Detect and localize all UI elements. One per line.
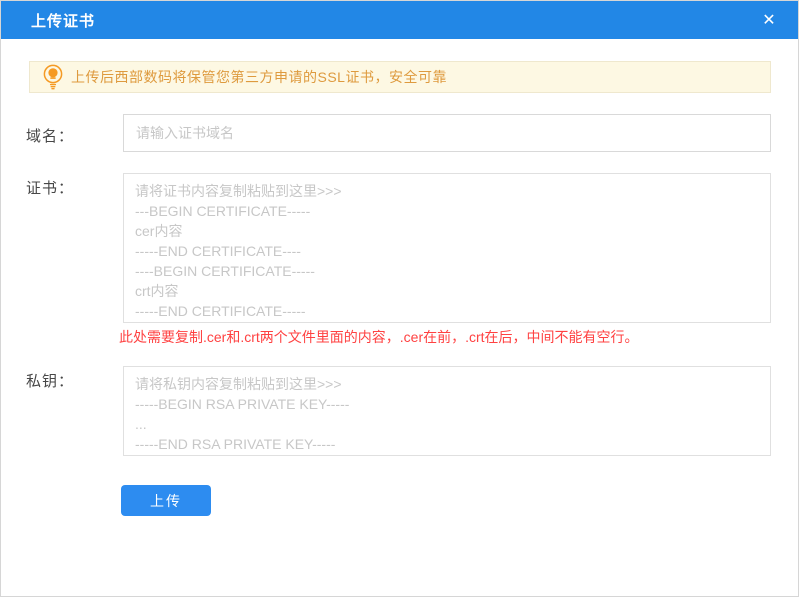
domain-label: 域名：	[26, 128, 75, 145]
private-key-field: 请将私钥内容复制粘贴到这里>>> -----BEGIN RSA PRIVATE …	[123, 366, 771, 456]
notice-banner: 上传后西部数码将保管您第三方申请的SSL证书，安全可靠	[29, 61, 771, 93]
upload-certificate-dialog: 上传证书 ✕ 上传后西部数码将保管您第三方申请的SSL证书，安全可靠 域名： 证…	[0, 0, 799, 597]
upload-button[interactable]: 上传	[121, 485, 211, 516]
certificate-note: 此处需要复制.cer和.crt两个文件里面的内容，.cer在前，.crt在后，中…	[119, 329, 639, 345]
lightbulb-icon	[43, 64, 63, 89]
notice-text: 上传后西部数码将保管您第三方申请的SSL证书，安全可靠	[71, 69, 447, 85]
dialog-header: 上传证书 ✕	[1, 1, 798, 39]
private-key-label: 私钥：	[26, 373, 75, 390]
domain-input[interactable]	[123, 114, 771, 152]
dialog-title: 上传证书	[31, 12, 96, 30]
certificate-textarea[interactable]	[123, 173, 771, 323]
private-key-textarea[interactable]	[123, 366, 771, 456]
certificate-field: 请将证书内容复制粘贴到这里>>> ---BEGIN CERTIFICATE---…	[123, 173, 771, 323]
certificate-label: 证书：	[26, 180, 75, 197]
close-icon[interactable]: ✕	[754, 1, 784, 39]
